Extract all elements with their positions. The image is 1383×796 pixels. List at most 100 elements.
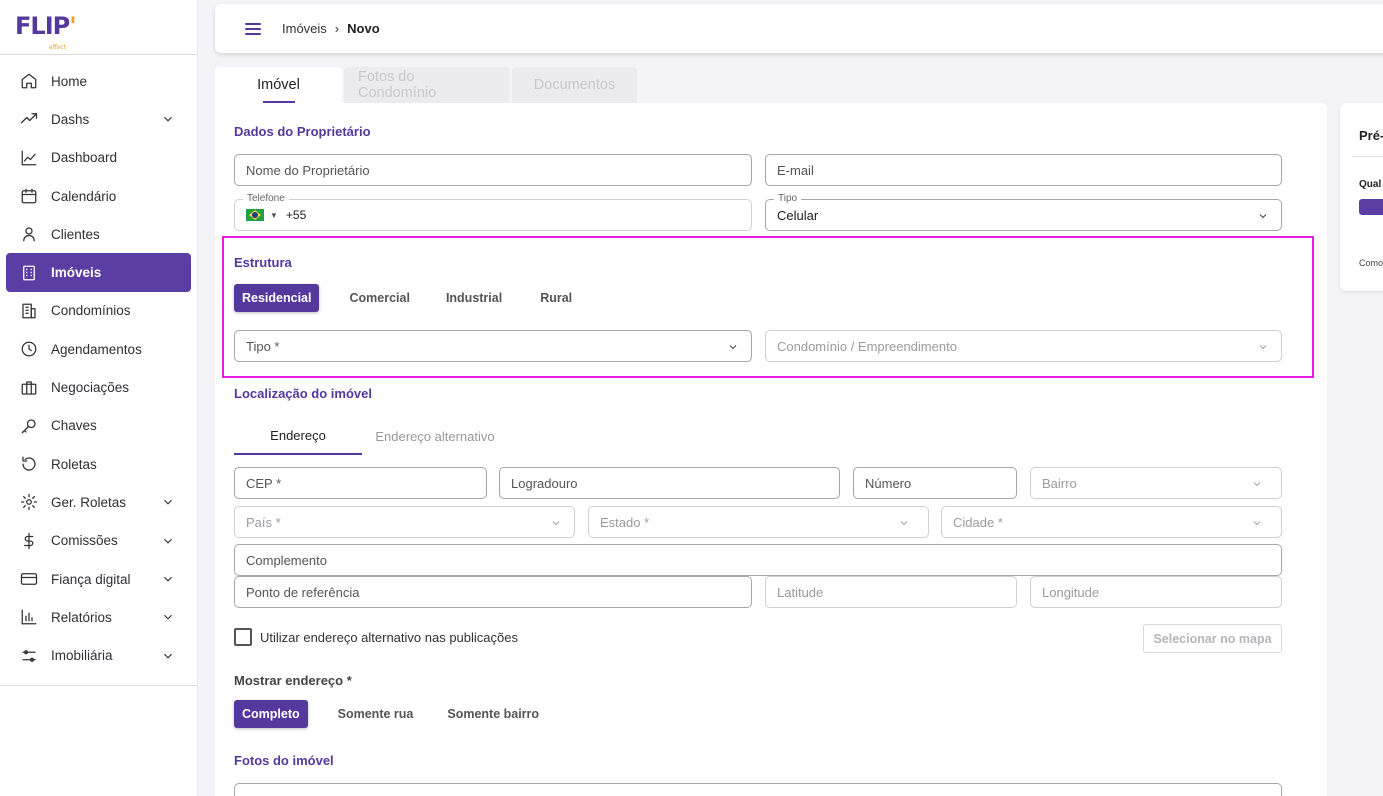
structure-section-title: Estrutura <box>234 255 292 270</box>
address-tabs: Endereço Endereço alternativo <box>234 417 508 455</box>
building-icon <box>19 263 39 283</box>
sidebar-item-negociacoes[interactable]: Negociações <box>6 368 191 406</box>
phone-field[interactable]: Telefone ▼ +55 <box>234 193 752 231</box>
district-select[interactable]: Bairro <box>1030 467 1282 499</box>
sidebar-item-agendamentos[interactable]: Agendamentos <box>6 330 191 368</box>
sidebar-item-label: Clientes <box>51 226 100 242</box>
show-address-option-somente-rua[interactable]: Somente rua <box>330 700 422 728</box>
phone-type-select[interactable]: Tipo Celular <box>765 193 1282 231</box>
alt-address-checkbox[interactable] <box>234 628 252 646</box>
sidebar-item-imoveis[interactable]: Imóveis <box>6 253 191 292</box>
home-icon <box>19 71 39 91</box>
city-select[interactable]: Cidade * <box>941 506 1282 538</box>
structure-option-residencial[interactable]: Residencial <box>234 284 320 312</box>
chevron-down-icon <box>161 534 175 548</box>
tab-fotos-condominio[interactable]: Fotos do Condomínio <box>344 67 510 103</box>
owner-section-title: Dados do Proprietário <box>234 124 371 139</box>
chevron-down-icon <box>1257 210 1269 222</box>
sidebar-item-label: Imóveis <box>51 265 102 281</box>
photos-section-title: Fotos do imóvel <box>234 753 334 768</box>
menu-icon[interactable] <box>245 22 261 35</box>
breadcrumb-parent[interactable]: Imóveis <box>282 21 327 36</box>
alt-address-label[interactable]: Utilizar endereço alternativo nas public… <box>260 630 518 645</box>
sidebar-item-label: Dashs <box>51 111 90 127</box>
longitude-input[interactable]: Longitude <box>1030 576 1282 608</box>
sidebar-item-dashs[interactable]: Dashs <box>6 100 191 138</box>
complement-input[interactable]: Complemento <box>234 544 1282 576</box>
tab-endereco[interactable]: Endereço <box>234 417 362 455</box>
tab-endereco-alternativo[interactable]: Endereço alternativo <box>362 417 508 455</box>
sliders-icon <box>19 646 39 666</box>
chevron-down-icon <box>727 341 739 353</box>
sidebar-item-label: Imobiliária <box>51 648 113 664</box>
sidebar-item-clientes[interactable]: Clientes <box>6 215 191 253</box>
chevron-down-icon <box>161 572 175 586</box>
tab-documentos[interactable]: Documentos <box>512 67 637 103</box>
sidebar-item-calendario[interactable]: Calendário <box>6 177 191 215</box>
sidebar-item-fianca-digital[interactable]: Fiança digital <box>6 560 191 598</box>
chevron-down-icon <box>1251 517 1263 529</box>
latitude-input[interactable]: Latitude <box>765 576 1017 608</box>
structure-option-industrial[interactable]: Industrial <box>438 284 510 312</box>
caret-down-icon: ▼ <box>270 210 278 220</box>
sidebar-item-label: Agendamentos <box>51 341 142 357</box>
tab-imovel[interactable]: Imóvel <box>215 67 342 103</box>
chevron-down-icon <box>161 112 175 126</box>
right-panel-divider <box>1352 156 1383 157</box>
right-panel-title: Pré- <box>1359 128 1383 143</box>
sidebar: FLIP' effect Home Dashs Dashboard Calend… <box>0 0 198 796</box>
sidebar-item-chaves[interactable]: Chaves <box>6 407 191 445</box>
country-select[interactable]: País * <box>234 506 575 538</box>
chevron-down-icon <box>1257 341 1269 353</box>
chevron-down-icon <box>898 517 910 529</box>
top-bar: Imóveis › Novo <box>215 4 1383 53</box>
clock-icon <box>19 339 39 359</box>
right-panel: Pré- Qual Como <box>1340 103 1383 291</box>
owner-name-input[interactable]: Nome do Proprietário <box>234 154 752 186</box>
structure-type-group: Residencial Comercial Industrial Rural <box>234 284 592 312</box>
sidebar-item-ger-roletas[interactable]: Ger. Roletas <box>6 483 191 521</box>
sidebar-item-label: Fiança digital <box>51 571 131 587</box>
sidebar-item-condominios[interactable]: Condomínios <box>6 292 191 330</box>
breadcrumb-separator: › <box>334 21 340 36</box>
structure-option-rural[interactable]: Rural <box>532 284 580 312</box>
brazil-flag-icon[interactable] <box>246 209 264 221</box>
chevron-down-icon <box>161 495 175 509</box>
right-panel-progress <box>1359 199 1383 215</box>
sidebar-item-home[interactable]: Home <box>6 62 191 100</box>
sidebar-item-relatorios[interactable]: Relatórios <box>6 598 191 636</box>
chevron-down-icon <box>550 517 562 529</box>
structure-option-comercial[interactable]: Comercial <box>341 284 417 312</box>
sidebar-item-comissoes[interactable]: Comissões <box>6 522 191 560</box>
flip-logo[interactable]: FLIP' effect <box>15 12 77 51</box>
street-input[interactable]: Logradouro <box>499 467 840 499</box>
right-panel-footer: Como <box>1359 258 1383 268</box>
state-select[interactable]: Estado * <box>588 506 929 538</box>
sidebar-item-label: Comissões <box>51 533 118 549</box>
logo-area: FLIP' effect <box>0 0 197 55</box>
condominium-select[interactable]: Condomínio / Empreendimento <box>765 330 1282 362</box>
sidebar-item-label: Negociações <box>51 380 130 396</box>
credit-card-icon <box>19 569 39 589</box>
show-address-title: Mostrar endereço * <box>234 673 352 688</box>
sidebar-item-dashboard[interactable]: Dashboard <box>6 139 191 177</box>
reference-input[interactable]: Ponto de referência <box>234 576 752 608</box>
dollar-icon <box>19 531 39 551</box>
chevron-down-icon <box>1251 478 1263 490</box>
show-address-option-somente-bairro[interactable]: Somente bairro <box>439 700 547 728</box>
show-address-group: Completo Somente rua Somente bairro <box>234 700 559 728</box>
property-tabs: Imóvel Fotos do Condomínio Documentos <box>215 67 639 103</box>
number-input[interactable]: Número <box>853 467 1017 499</box>
sidebar-nav: Home Dashs Dashboard Calendário Clientes… <box>0 55 197 686</box>
cep-input[interactable]: CEP * <box>234 467 487 499</box>
location-section-title: Localização do imóvel <box>234 386 372 401</box>
property-type-select[interactable]: Tipo * <box>234 330 752 362</box>
photos-dropzone[interactable] <box>234 783 1282 796</box>
show-address-option-completo[interactable]: Completo <box>234 700 308 728</box>
select-on-map-button[interactable]: Selecionar no mapa <box>1143 624 1282 653</box>
sidebar-item-imobiliaria[interactable]: Imobiliária <box>6 636 191 674</box>
bar-chart-icon <box>19 607 39 627</box>
sidebar-item-roletas[interactable]: Roletas <box>6 445 191 483</box>
email-field[interactable]: E-mail <box>765 154 1282 186</box>
calendar-icon <box>19 186 39 206</box>
